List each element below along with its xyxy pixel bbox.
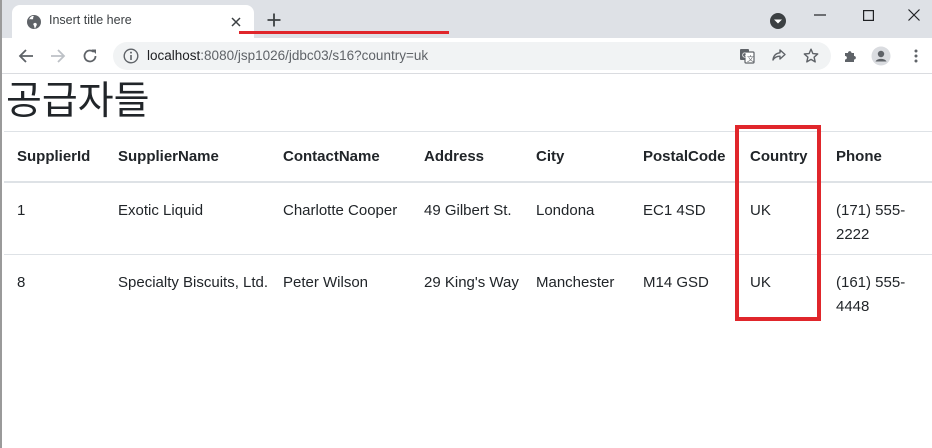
url-path: :8080/jsp1026/jdbc03/s16?country=uk	[200, 48, 429, 63]
column-header-postalcode: PostalCode	[630, 131, 737, 183]
cell-phone: (171) 555-2222	[823, 181, 932, 255]
kebab-menu-icon[interactable]	[906, 46, 926, 66]
column-header-city: City	[523, 131, 630, 183]
address-bar[interactable]: localhost:8080/jsp1026/jdbc03/s16?countr…	[113, 42, 831, 70]
cell-postalcode: EC1 4SD	[630, 181, 737, 255]
tab-strip: Insert title here	[2, 0, 932, 38]
translate-icon[interactable]: G 文	[738, 47, 756, 65]
table-header-row: SupplierId SupplierName ContactName Addr…	[4, 131, 932, 183]
chevron-down-circle-icon[interactable]	[769, 12, 787, 30]
browser-toolbar: localhost:8080/jsp1026/jdbc03/s16?countr…	[2, 38, 932, 74]
svg-text:文: 文	[747, 54, 754, 63]
close-icon[interactable]	[227, 13, 245, 31]
globe-icon	[26, 14, 42, 30]
cell-contactname: Peter Wilson	[283, 274, 369, 291]
browser-window: Insert title here localhost:8080/jsp1026…	[0, 0, 932, 448]
puzzle-icon[interactable]	[841, 46, 861, 66]
page-title: 공급자들	[6, 79, 150, 124]
cell-phone: (161) 555-4448	[836, 274, 906, 315]
cell-supplierid: 8	[17, 274, 26, 291]
cell-postalcode: M14 GSD	[643, 274, 709, 291]
browser-tab[interactable]: Insert title here	[12, 5, 254, 38]
cell-city: Manchester	[536, 274, 615, 291]
cell-suppliername: Exotic Liquid	[105, 181, 270, 255]
url-host: localhost	[147, 48, 201, 63]
cell-country: UK	[750, 274, 771, 291]
person-icon[interactable]	[871, 46, 891, 66]
share-icon[interactable]	[770, 47, 788, 65]
cell-contactname: Charlotte Cooper	[270, 181, 411, 255]
page-content: 공급자들 SupplierId SupplierName ContactName…	[2, 74, 932, 448]
reload-icon[interactable]	[78, 44, 102, 68]
url-text[interactable]: localhost:8080/jsp1026/jdbc03/s16?countr…	[147, 48, 428, 63]
tab-title: Insert title here	[49, 13, 132, 27]
arrow-right-icon[interactable]	[46, 44, 70, 68]
suppliers-table: SupplierId SupplierName ContactName Addr…	[4, 131, 932, 328]
cell-supplierid: 1	[4, 181, 105, 255]
column-header-address: Address	[411, 131, 523, 183]
table-row: 8 Specialty Biscuits, Ltd. Peter Wilson …	[4, 255, 932, 328]
cell-country: UK	[737, 181, 823, 255]
column-header-phone: Phone	[823, 131, 932, 183]
cell-address: 29 King's Way	[424, 274, 519, 291]
close-icon[interactable]	[891, 0, 932, 30]
column-header-contactname: ContactName	[270, 131, 411, 183]
cell-address: 49 Gilbert St.	[411, 181, 523, 255]
minimize-icon[interactable]	[797, 0, 843, 30]
table-row: 1 Exotic Liquid Charlotte Cooper 49 Gilb…	[4, 181, 932, 255]
column-header-suppliername: SupplierName	[105, 131, 270, 183]
maximize-icon[interactable]	[845, 0, 891, 30]
plus-icon[interactable]	[264, 10, 284, 30]
arrow-left-icon[interactable]	[14, 44, 38, 68]
column-header-supplierid: SupplierId	[4, 131, 105, 183]
cell-suppliername: Specialty Biscuits, Ltd.	[118, 274, 269, 291]
cell-city: Londona	[523, 181, 630, 255]
star-icon[interactable]	[802, 47, 820, 65]
url-annotation-underline	[239, 31, 449, 34]
info-icon[interactable]	[123, 48, 139, 64]
column-header-country: Country	[737, 131, 823, 183]
